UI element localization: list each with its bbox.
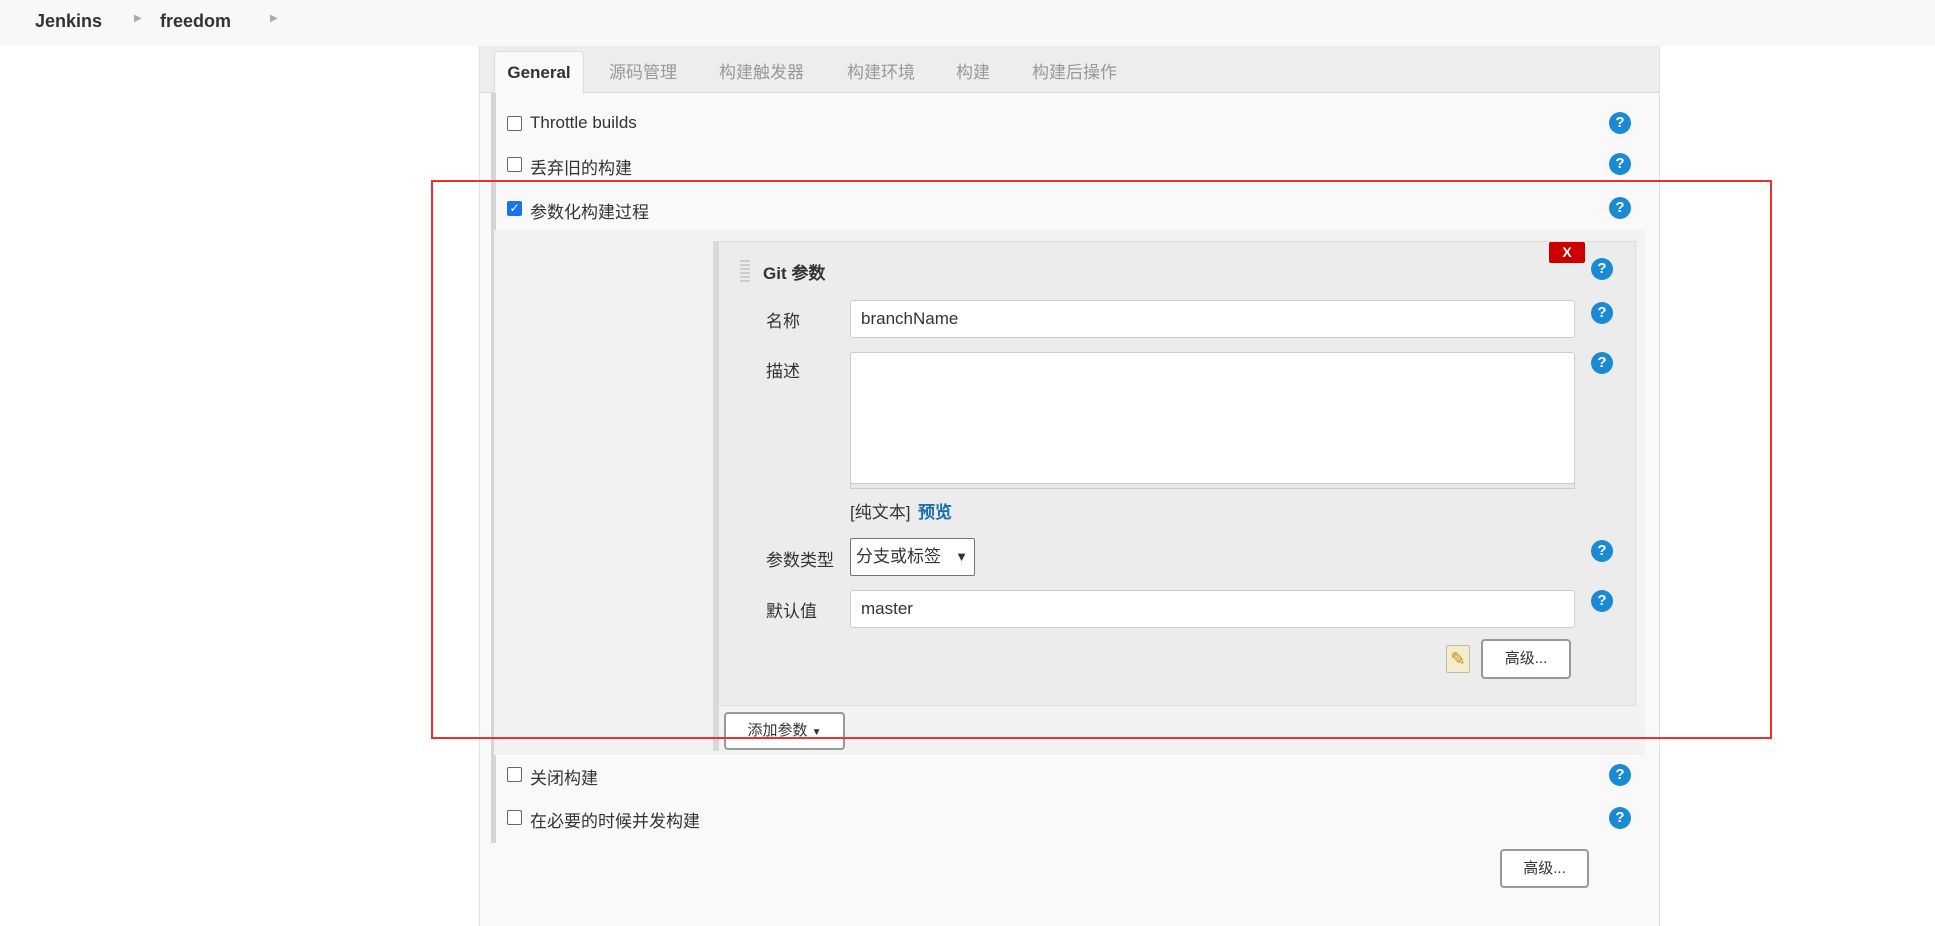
tab-post-build[interactable]: 构建后操作 [1032, 58, 1117, 83]
tab-environment[interactable]: 构建环境 [847, 58, 915, 83]
highlight-annotation [431, 180, 1772, 739]
chevron-right-icon[interactable]: ▶ [134, 13, 142, 24]
breadcrumb-jenkins[interactable]: Jenkins [35, 11, 102, 32]
help-icon[interactable]: ? [1609, 153, 1631, 175]
tab-triggers[interactable]: 构建触发器 [719, 58, 804, 83]
breadcrumb-bar: Jenkins ▶ freedom ▶ [0, 0, 1935, 46]
help-icon[interactable]: ? [1609, 807, 1631, 829]
chevron-right-icon[interactable]: ▶ [270, 13, 278, 24]
throttle-builds-label: Throttle builds [530, 113, 637, 132]
tab-scm[interactable]: 源码管理 [609, 58, 677, 83]
discard-old-builds-label: 丢弃旧的构建 [530, 159, 632, 178]
disable-build-checkbox[interactable] [507, 767, 522, 782]
help-icon[interactable]: ? [1609, 112, 1631, 134]
disable-build-label: 关闭构建 [530, 769, 598, 788]
help-icon[interactable]: ? [1609, 764, 1631, 786]
breadcrumb-freedom[interactable]: freedom [160, 11, 231, 32]
throttle-builds-checkbox[interactable] [507, 116, 522, 131]
concurrent-build-checkbox[interactable] [507, 810, 522, 825]
concurrent-build-label: 在必要的时候并发构建 [530, 812, 700, 831]
advanced-button[interactable]: 高级... [1500, 849, 1589, 888]
tab-general[interactable]: General [494, 51, 584, 94]
discard-old-builds-checkbox[interactable] [507, 157, 522, 172]
tab-build[interactable]: 构建 [956, 58, 990, 83]
